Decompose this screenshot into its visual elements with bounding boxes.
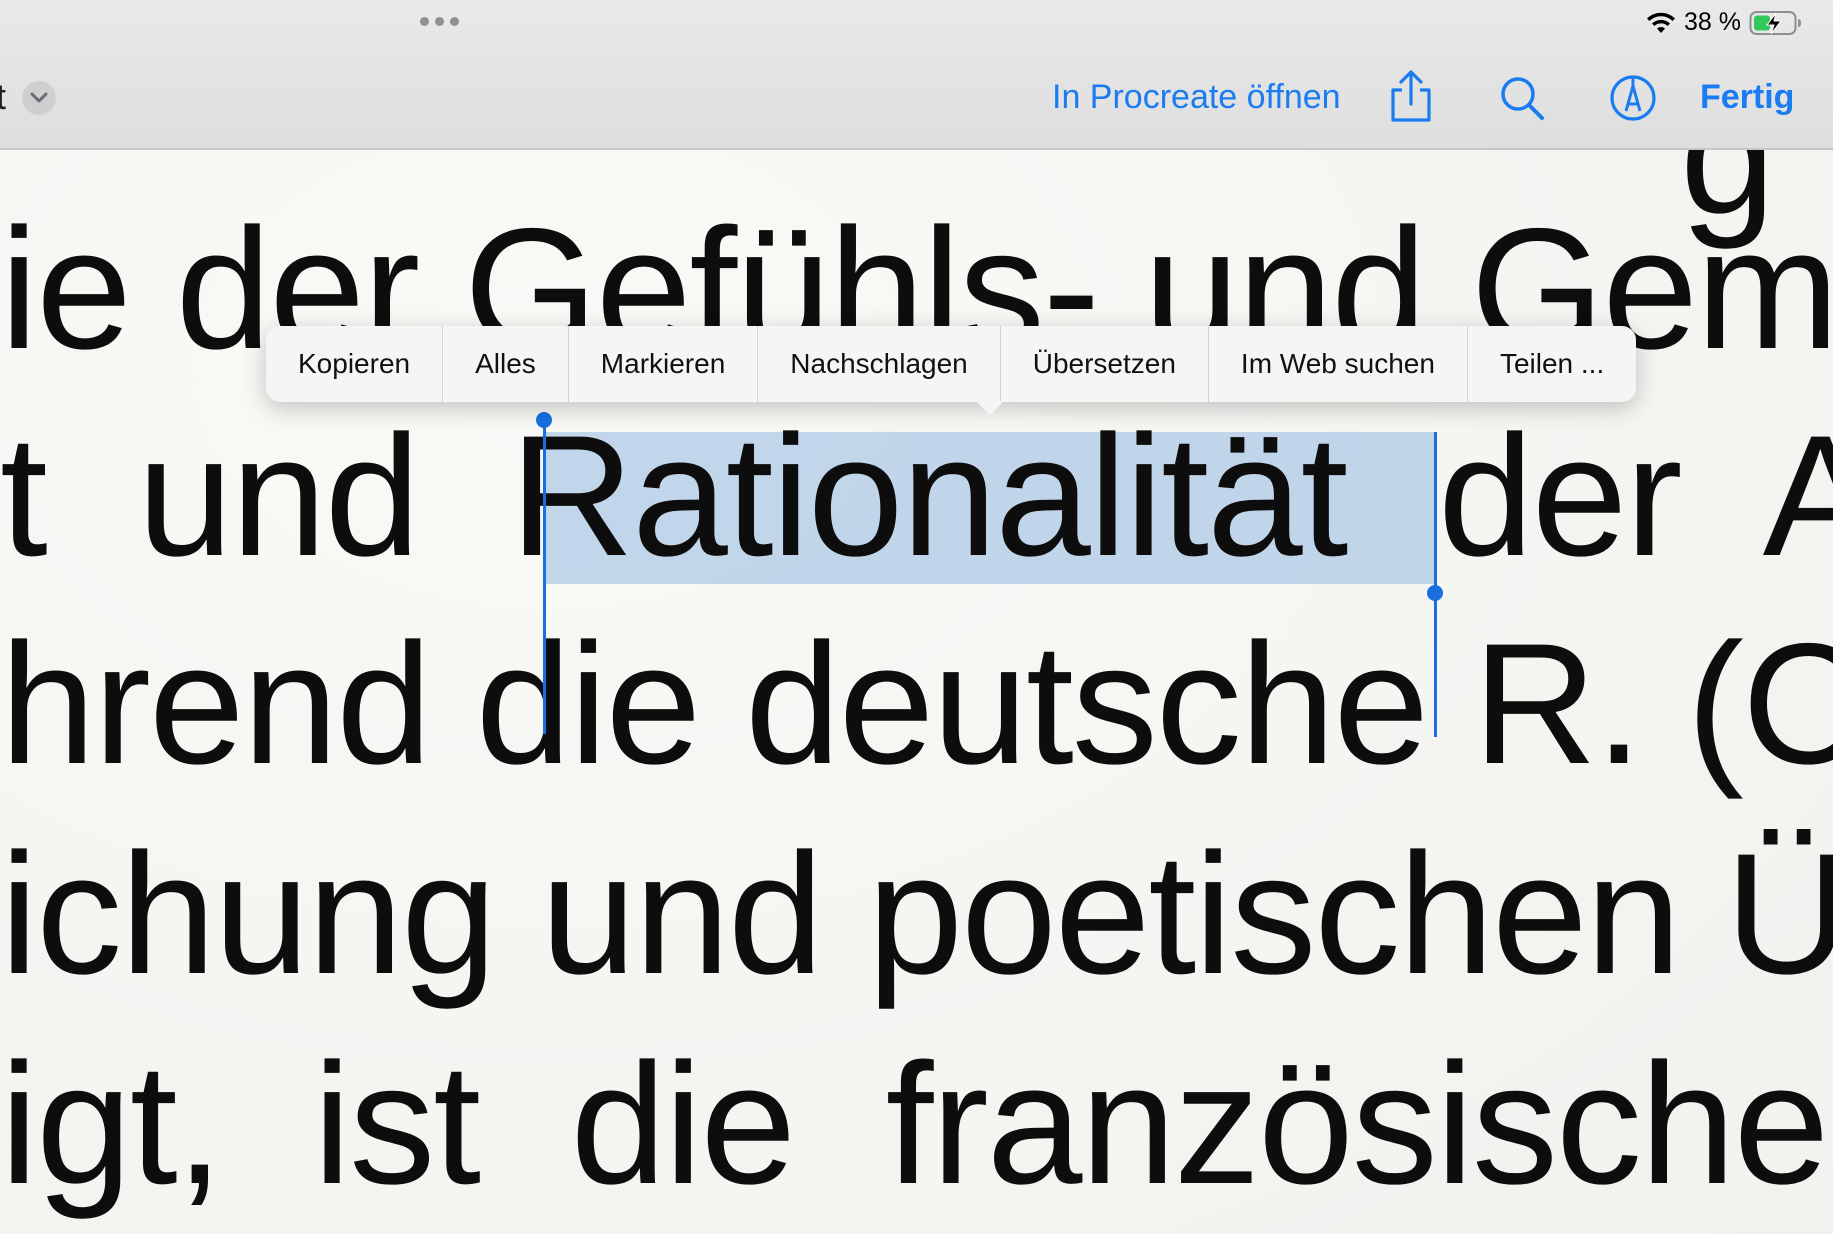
- menu-item-translate[interactable]: Übersetzen: [1001, 326, 1209, 402]
- text-line-2-end: der A: [1346, 400, 1833, 592]
- text-line-5[interactable]: igt, ist die französische: [0, 1025, 1829, 1223]
- title-menu-button[interactable]: [22, 81, 56, 115]
- context-menu-pointer: [976, 401, 1004, 415]
- multitasking-menu-icon[interactable]: [420, 17, 459, 26]
- markup-icon: [1610, 75, 1656, 121]
- menu-item-share[interactable]: Teilen ...: [1468, 326, 1636, 402]
- toolbar: 38 % t In Procreate öffnen Fertig: [0, 0, 1833, 150]
- chevron-down-icon: [30, 92, 48, 103]
- search-button[interactable]: [1498, 74, 1546, 127]
- open-in-procreate-button[interactable]: In Procreate öffnen: [1052, 78, 1341, 117]
- battery-charging-icon: [1749, 10, 1801, 35]
- text-line-2[interactable]: t und Rationalität der A: [0, 397, 1833, 595]
- selection-start-caret: [543, 426, 546, 734]
- text-line-2-start: t und: [0, 400, 510, 592]
- status-bar: 38 %: [0, 0, 1833, 48]
- selection-end-handle[interactable]: [1427, 585, 1443, 601]
- menu-item-copy[interactable]: Kopieren: [266, 326, 444, 402]
- text-line-3[interactable]: hrend die deutsche R. (C: [0, 605, 1833, 803]
- battery-percentage: 38 %: [1684, 8, 1741, 36]
- share-icon: [1391, 70, 1431, 122]
- text-line-4[interactable]: ichung und poetischen Üb: [0, 815, 1833, 1013]
- menu-item-highlight[interactable]: Markieren: [569, 326, 759, 402]
- done-button[interactable]: Fertig: [1700, 78, 1794, 117]
- search-icon: [1501, 77, 1544, 120]
- wifi-icon: [1647, 12, 1676, 33]
- share-button[interactable]: [1388, 70, 1434, 129]
- document-view[interactable]: g ie der Gefühls- und Gemü t und Rationa…: [0, 150, 1833, 1234]
- menu-item-select-all[interactable]: Alles: [443, 326, 569, 402]
- markup-button[interactable]: [1609, 74, 1657, 127]
- status-indicators: 38 %: [1646, 8, 1803, 37]
- menu-item-search-web[interactable]: Im Web suchen: [1209, 326, 1468, 402]
- back-title-fragment[interactable]: t: [0, 76, 6, 118]
- text-context-menu: Kopieren Alles Markieren Nachschlagen Üb…: [266, 326, 1637, 402]
- selected-word[interactable]: Rationalität: [510, 397, 1349, 595]
- menu-item-look-up[interactable]: Nachschlagen: [758, 326, 1001, 402]
